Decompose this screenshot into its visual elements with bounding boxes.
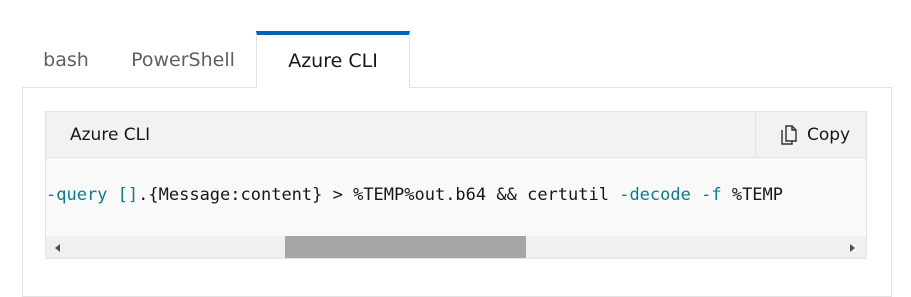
code-token: .{Message:content} > %TEMP%out.b64 && ce… (138, 185, 620, 205)
code-block-header: Azure CLI Copy (46, 112, 866, 158)
scroll-right-arrow-icon[interactable] (845, 240, 859, 254)
tab-azure-cli[interactable]: Azure CLI (256, 31, 410, 88)
code-token: %TEMP (721, 185, 784, 205)
copy-icon (780, 124, 800, 146)
code-block: Azure CLI Copy -query [].{Message:conten… (45, 111, 867, 259)
code-token: -f (701, 185, 722, 205)
tab-powershell[interactable]: PowerShell (110, 31, 256, 88)
code-token: -decode (619, 185, 691, 205)
scrollbar-thumb[interactable] (285, 236, 526, 258)
code-token: [] (117, 185, 139, 205)
copy-button[interactable]: Copy (755, 112, 866, 157)
code-language-label: Azure CLI (70, 125, 151, 145)
code-line: -query [].{Message:content} > %TEMP%out.… (46, 185, 783, 205)
tab-bash[interactable]: bash (22, 31, 110, 88)
code-language-tabs: bash PowerShell Azure CLI (22, 31, 892, 88)
horizontal-scrollbar[interactable] (46, 236, 866, 258)
code-token: -query (46, 185, 108, 205)
scroll-left-arrow-icon[interactable] (51, 240, 65, 254)
copy-button-label: Copy (807, 125, 851, 145)
